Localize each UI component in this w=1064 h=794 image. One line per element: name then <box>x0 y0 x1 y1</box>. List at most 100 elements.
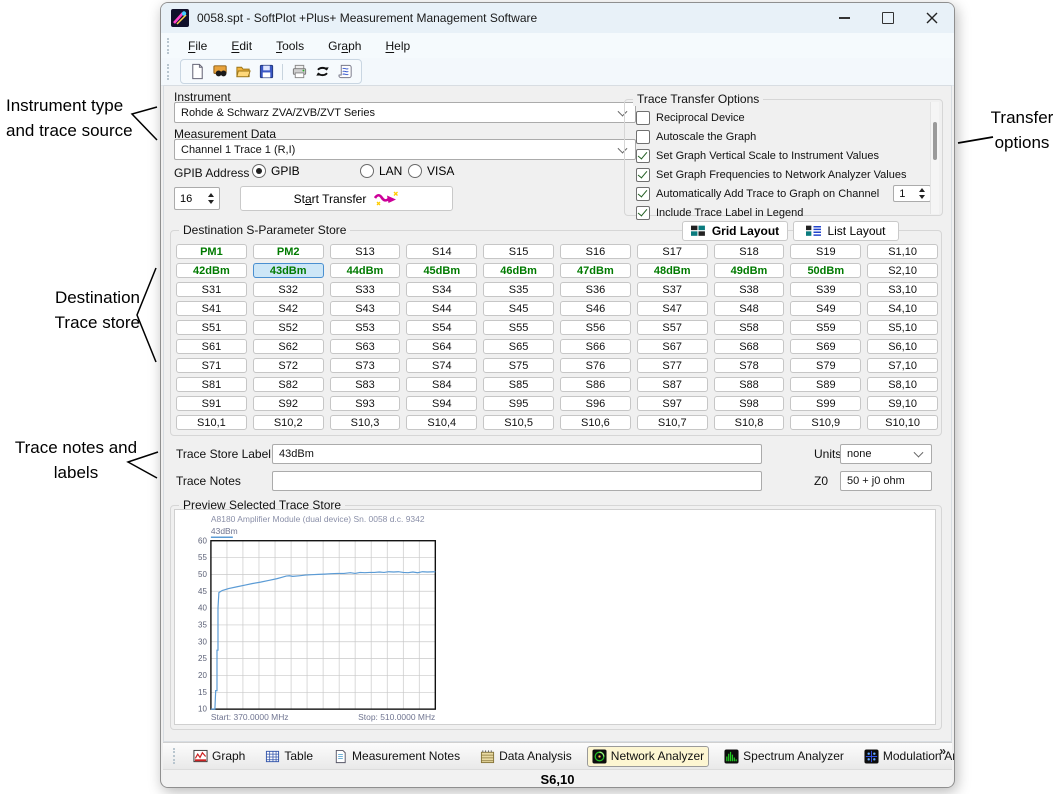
sparam-cell-s18[interactable]: S18 <box>714 244 785 259</box>
sparam-cell-s10-9[interactable]: S10,9 <box>790 415 861 430</box>
sparam-cell-50dbm[interactable]: 50dBm <box>790 263 861 278</box>
minimize-button[interactable] <box>822 3 866 33</box>
sparam-cell-s64[interactable]: S64 <box>406 339 477 354</box>
menu-graph[interactable]: Graph <box>318 36 371 56</box>
radio-lan[interactable]: LAN <box>360 164 408 178</box>
options-scrollbar-thumb[interactable] <box>933 122 937 160</box>
sparam-cell-s35[interactable]: S35 <box>483 282 554 297</box>
sparam-cell-s48[interactable]: S48 <box>714 301 785 316</box>
sparam-cell-s42[interactable]: S42 <box>253 301 324 316</box>
sparam-cell-s37[interactable]: S37 <box>637 282 708 297</box>
sparam-cell-s55[interactable]: S55 <box>483 320 554 335</box>
toolbar-button-find[interactable] <box>210 62 230 81</box>
sparam-cell-s89[interactable]: S89 <box>790 377 861 392</box>
menu-file[interactable]: File <box>178 36 217 56</box>
sparam-cell-s8-10[interactable]: S8,10 <box>867 377 938 392</box>
tab-table[interactable]: Table <box>260 746 318 767</box>
sparam-cell-s71[interactable]: S71 <box>176 358 247 373</box>
start-transfer-button[interactable]: Start Transfer <box>240 186 453 211</box>
units-select[interactable]: none <box>840 444 932 464</box>
sparam-cell-s33[interactable]: S33 <box>330 282 401 297</box>
sparam-cell-48dbm[interactable]: 48dBm <box>637 263 708 278</box>
sparam-cell-s13[interactable]: S13 <box>330 244 401 259</box>
measurement-data-select[interactable]: Channel 1 Trace 1 (R,I) <box>174 139 636 160</box>
sparam-cell-s10-8[interactable]: S10,8 <box>714 415 785 430</box>
sparam-cell-s46[interactable]: S46 <box>560 301 631 316</box>
instrument-select[interactable]: Rohde & Schwarz ZVA/ZVB/ZVT Series <box>174 102 636 123</box>
sparam-cell-s36[interactable]: S36 <box>560 282 631 297</box>
tab-graph[interactable]: Graph <box>188 746 250 767</box>
checkbox-checked-icon[interactable] <box>636 187 650 201</box>
resize-grip-icon[interactable] <box>946 783 948 785</box>
sparam-cell-46dbm[interactable]: 46dBm <box>483 263 554 278</box>
sparam-cell-s85[interactable]: S85 <box>483 377 554 392</box>
sparam-cell-s53[interactable]: S53 <box>330 320 401 335</box>
sparam-cell-s5-10[interactable]: S5,10 <box>867 320 938 335</box>
sparam-cell-s16[interactable]: S16 <box>560 244 631 259</box>
sparam-cell-42dbm[interactable]: 42dBm <box>176 263 247 278</box>
spinner-arrows-icon[interactable] <box>203 188 219 209</box>
sparam-cell-pm2[interactable]: PM2 <box>253 244 324 259</box>
sparam-cell-s10-5[interactable]: S10,5 <box>483 415 554 430</box>
sparam-cell-s10-10[interactable]: S10,10 <box>867 415 938 430</box>
maximize-button[interactable] <box>866 3 910 33</box>
sparam-cell-43dbm[interactable]: 43dBm <box>253 263 324 278</box>
sparam-cell-s75[interactable]: S75 <box>483 358 554 373</box>
checkbox-checked-icon[interactable] <box>636 168 650 182</box>
toolbar-button-transfer-loop[interactable] <box>312 62 332 81</box>
sparam-cell-s4-10[interactable]: S4,10 <box>867 301 938 316</box>
sparam-cell-s2-10[interactable]: S2,10 <box>867 263 938 278</box>
sparam-cell-s6-10[interactable]: S6,10 <box>867 339 938 354</box>
channel-spinner[interactable]: 1 <box>893 185 931 202</box>
sparam-cell-s68[interactable]: S68 <box>714 339 785 354</box>
option-reciprocal-device[interactable]: Reciprocal Device <box>636 108 936 127</box>
option-autoscale-the-graph[interactable]: Autoscale the Graph <box>636 127 936 146</box>
sparam-cell-s96[interactable]: S96 <box>560 396 631 411</box>
sparam-cell-s82[interactable]: S82 <box>253 377 324 392</box>
toolbar-button-open-folder[interactable] <box>233 62 253 81</box>
sparam-cell-s1-10[interactable]: S1,10 <box>867 244 938 259</box>
sparam-cell-s63[interactable]: S63 <box>330 339 401 354</box>
sparam-cell-s10-6[interactable]: S10,6 <box>560 415 631 430</box>
options-scrollbar[interactable] <box>930 102 939 214</box>
sparam-cell-s47[interactable]: S47 <box>637 301 708 316</box>
sparam-cell-s31[interactable]: S31 <box>176 282 247 297</box>
sparam-cell-s66[interactable]: S66 <box>560 339 631 354</box>
list-layout-button[interactable]: List Layout <box>793 221 899 241</box>
sparam-cell-s67[interactable]: S67 <box>637 339 708 354</box>
sparam-cell-s98[interactable]: S98 <box>714 396 785 411</box>
z0-input[interactable] <box>840 471 932 491</box>
sparam-cell-s58[interactable]: S58 <box>714 320 785 335</box>
sparam-cell-s86[interactable]: S86 <box>560 377 631 392</box>
checkbox-checked-icon[interactable] <box>636 149 650 163</box>
sparam-cell-s10-4[interactable]: S10,4 <box>406 415 477 430</box>
sparam-cell-s79[interactable]: S79 <box>790 358 861 373</box>
sparam-cell-s51[interactable]: S51 <box>176 320 247 335</box>
sparam-cell-s7-10[interactable]: S7,10 <box>867 358 938 373</box>
sparam-cell-s74[interactable]: S74 <box>406 358 477 373</box>
sparam-cell-s17[interactable]: S17 <box>637 244 708 259</box>
sparam-cell-45dbm[interactable]: 45dBm <box>406 263 477 278</box>
tab-data-analysis[interactable]: Data Analysis <box>475 746 577 767</box>
tab-measurement-notes[interactable]: Measurement Notes <box>328 746 465 767</box>
sparam-cell-s88[interactable]: S88 <box>714 377 785 392</box>
gpib-address-spinner[interactable]: 16 <box>174 187 220 210</box>
sparam-cell-s10-2[interactable]: S10,2 <box>253 415 324 430</box>
sparam-cell-s41[interactable]: S41 <box>176 301 247 316</box>
menu-edit[interactable]: Edit <box>221 36 262 56</box>
sparam-cell-s10-7[interactable]: S10,7 <box>637 415 708 430</box>
checkbox-checked-icon[interactable] <box>636 206 650 220</box>
sparam-cell-s15[interactable]: S15 <box>483 244 554 259</box>
sparam-cell-s10-3[interactable]: S10,3 <box>330 415 401 430</box>
option-set-graph-frequencies-to-network-analyzer-values[interactable]: Set Graph Frequencies to Network Analyze… <box>636 165 936 184</box>
sparam-cell-s44[interactable]: S44 <box>406 301 477 316</box>
toolbar-button-new-document[interactable] <box>187 62 207 81</box>
close-button[interactable] <box>910 3 954 33</box>
sparam-cell-s94[interactable]: S94 <box>406 396 477 411</box>
option-include-trace-label-in-legend[interactable]: Include Trace Label in Legend <box>636 203 936 222</box>
sparam-cell-s73[interactable]: S73 <box>330 358 401 373</box>
sparam-cell-s52[interactable]: S52 <box>253 320 324 335</box>
option-set-graph-vertical-scale-to-instrument-values[interactable]: Set Graph Vertical Scale to Instrument V… <box>636 146 936 165</box>
sparam-cell-44dbm[interactable]: 44dBm <box>330 263 401 278</box>
sparam-cell-s99[interactable]: S99 <box>790 396 861 411</box>
